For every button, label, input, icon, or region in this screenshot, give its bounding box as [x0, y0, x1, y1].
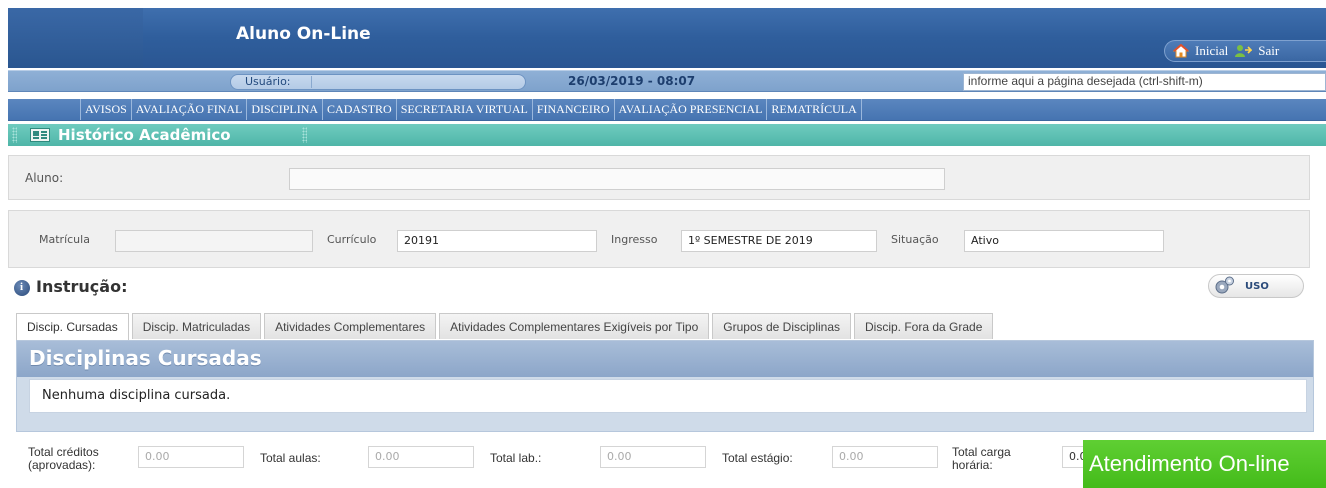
grip-left	[12, 127, 17, 143]
student-name-panel: Aluno:	[8, 155, 1310, 200]
user-field: Usuário:	[230, 74, 526, 90]
tab-atividades-exigiveis[interactable]: Atividades Complementares Exigíveis por …	[439, 313, 710, 339]
total-creditos-field: 0.00	[138, 446, 244, 468]
tab-discip-matriculadas[interactable]: Discip. Matriculadas	[131, 313, 262, 339]
curriculo-field: 20191	[397, 230, 597, 252]
tab-discip-fora-grade[interactable]: Discip. Fora da Grade	[854, 313, 994, 339]
total-lab-label: Total lab.:	[490, 451, 542, 465]
tab-grupos-disciplinas[interactable]: Grupos de Disciplinas	[712, 313, 851, 339]
total-lab-field: 0.00	[600, 446, 706, 468]
uso-label: USO	[1245, 280, 1269, 292]
menu-item-avaliacao-final[interactable]: AVALIAÇÃO FINAL	[130, 99, 247, 120]
menu-item-rematricula[interactable]: REMATRÍCULA	[766, 99, 862, 120]
exit-icon[interactable]	[1234, 44, 1253, 58]
menu-item-avisos[interactable]: AVISOS	[80, 99, 131, 120]
total-carga-label: Total carga horária:	[952, 446, 1011, 472]
tab-discip-cursadas[interactable]: Discip. Cursadas	[16, 313, 129, 340]
page-title-bar: Histórico Acadêmico	[8, 124, 1326, 146]
grip-right	[302, 127, 307, 143]
online-support-button[interactable]: Atendimento On-line	[1083, 440, 1326, 488]
content-title: Disciplinas Cursadas	[29, 346, 262, 370]
user-label: Usuário:	[245, 75, 291, 88]
total-estagio-field: 0.00	[832, 446, 938, 468]
ingresso-label: Ingresso	[611, 233, 658, 246]
total-aulas-field: 0.00	[368, 446, 474, 468]
tab-atividades-complementares[interactable]: Atividades Complementares	[264, 313, 437, 339]
total-creditos-label-line2: (aprovadas):	[28, 458, 96, 472]
exit-link[interactable]: Sair	[1258, 43, 1279, 59]
home-link[interactable]: Inicial	[1195, 43, 1228, 59]
situacao-label: Situação	[891, 233, 939, 246]
matricula-label: Matrícula	[39, 233, 90, 246]
aluno-label: Aluno:	[25, 171, 64, 185]
gear-icon	[1213, 275, 1237, 297]
info-icon	[14, 280, 30, 296]
empty-message: Nenhuma disciplina cursada.	[29, 379, 1307, 413]
ingresso-field: 1º SEMESTRE DE 2019	[681, 230, 877, 252]
aluno-field	[289, 168, 945, 190]
current-datetime: 26/03/2019 - 08:07	[568, 74, 696, 88]
instruction-title: Instrução:	[36, 277, 128, 296]
situacao-field: Ativo	[964, 230, 1164, 252]
top-nav: Inicial Sair	[1164, 40, 1326, 62]
menu-item-cadastro[interactable]: CADASTRO	[322, 99, 396, 120]
user-divider	[311, 76, 312, 88]
total-aulas-label: Total aulas:	[260, 451, 321, 465]
app-header: Aluno On-Line Inicial Sair	[8, 8, 1326, 68]
form-icon	[30, 128, 50, 142]
menu-item-avaliacao-presencial[interactable]: AVALIAÇÃO PRESENCIAL	[613, 99, 767, 120]
main-menu: AVISOS AVALIAÇÃO FINAL DISCIPLINA CADAST…	[8, 99, 1326, 121]
tab-content: Disciplinas Cursadas Nenhuma disciplina …	[16, 340, 1314, 432]
menu-item-secretaria-virtual[interactable]: SECRETARIA VIRTUAL	[395, 99, 532, 120]
matricula-field	[115, 230, 313, 252]
menu-item-financeiro[interactable]: FINANCEIRO	[531, 99, 614, 120]
content-header: Disciplinas Cursadas	[17, 341, 1313, 377]
student-details-panel: Matrícula Currículo 20191 Ingresso 1º SE…	[8, 210, 1310, 268]
menu-item-disciplina[interactable]: DISCIPLINA	[246, 99, 322, 120]
page-title: Histórico Acadêmico	[58, 126, 231, 144]
total-estagio-label: Total estágio:	[722, 451, 793, 465]
uso-button[interactable]: USO	[1208, 274, 1304, 298]
page-search-input[interactable]: informe aqui a página desejada (ctrl-shi…	[963, 73, 1326, 91]
total-creditos-label: Total créditos (aprovadas):	[28, 446, 99, 472]
logo-area	[8, 8, 143, 68]
curriculo-label: Currículo	[327, 233, 377, 246]
history-tabs: Discip. Cursadas Discip. Matriculadas At…	[16, 313, 994, 340]
total-carga-label-line2: horária:	[952, 458, 993, 472]
info-bar: Usuário: 26/03/2019 - 08:07 informe aqui…	[8, 70, 1326, 92]
app-title: Aluno On-Line	[236, 24, 371, 44]
home-icon[interactable]	[1173, 44, 1189, 58]
